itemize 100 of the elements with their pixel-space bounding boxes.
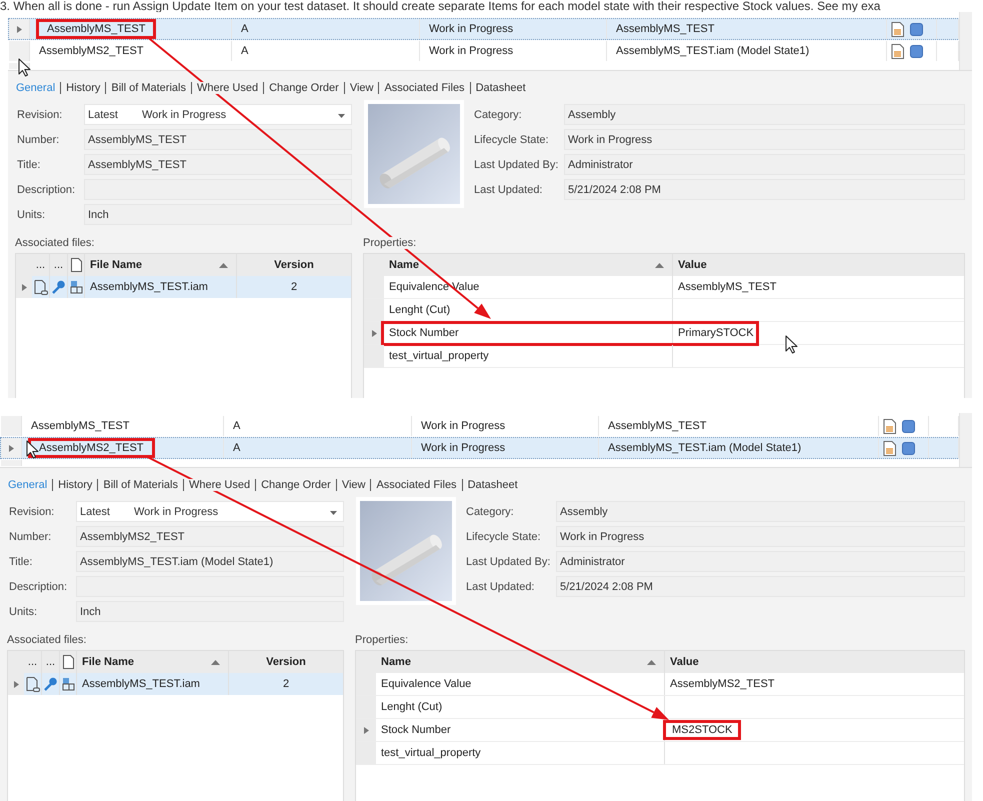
text-field[interactable]: Inch [76, 601, 344, 622]
file-name: AssemblyMS_TEST.iam [90, 281, 208, 293]
expand-icon[interactable] [16, 26, 22, 32]
column-header[interactable]: Value [665, 651, 964, 673]
column-header[interactable]: Value [673, 254, 964, 276]
table-cell: Equivalence Value [376, 673, 665, 695]
property-row[interactable]: Equivalence Value AssemblyMS2_TEST [356, 673, 964, 696]
field-label: Units: [9, 606, 38, 618]
document-icon [883, 418, 896, 434]
scrollbar[interactable] [959, 413, 972, 467]
text-field[interactable]: Assembly [556, 501, 965, 522]
section-label: Properties: [363, 237, 416, 249]
property-row[interactable]: Equivalence Value AssemblyMS_TEST [364, 276, 964, 299]
property-row[interactable]: Stock Number PrimarySTOCK [364, 322, 964, 345]
expand-icon[interactable] [364, 726, 368, 734]
revision-dropdown[interactable]: Latest Work in Progress [76, 501, 344, 522]
table-cell-text: AssemblyMS_TEST [677, 280, 778, 295]
field-label: Lifecycle State: [474, 134, 550, 146]
table-cell: Work in Progress [412, 438, 599, 458]
table-cell: A [224, 416, 412, 436]
file-row[interactable]: AssemblyMS_TEST.iam 2 [8, 673, 343, 695]
document-icon [70, 258, 82, 272]
field-label: Last Updated By: [474, 158, 560, 170]
linked-document-icon [26, 676, 40, 692]
status-icon [902, 442, 915, 454]
item-row[interactable]: AssemblyMS_TEST A Work in Progress AssemblyMS_TEST [0, 415, 960, 437]
table-cell-text: AssemblyMS2_TEST [669, 677, 776, 692]
cursor-icon [785, 335, 798, 354]
document-icon [891, 22, 904, 36]
item-name: AssemblyMS_TEST [47, 23, 146, 35]
table-cell: Work in Progress [420, 19, 607, 39]
text-field[interactable]: Work in Progress [564, 129, 965, 150]
assembly-icon [70, 280, 82, 294]
table-cell: AssemblyMS_TEST [607, 19, 887, 39]
table-cell: test_virtual_property [384, 345, 673, 367]
property-row[interactable]: Lenght (Cut) [356, 696, 964, 719]
section-label: Associated files: [7, 634, 86, 646]
tab[interactable]: View [338, 479, 368, 491]
text-field[interactable]: Inch [84, 204, 352, 225]
table-cell: Stock Number [384, 322, 673, 344]
item-row[interactable]: AssemblyMS2_TEST A Work in Progress AssemblyMS_TEST.iam (Model State1) [8, 40, 960, 62]
row-header[interactable] [9, 19, 30, 39]
key-icon [44, 677, 57, 691]
file-name: AssemblyMS_TEST.iam [82, 678, 200, 690]
item-name: AssemblyMS2_TEST [39, 442, 144, 454]
column-header[interactable]: Name [376, 651, 665, 673]
table-cell: AssemblyMS_TEST [22, 416, 224, 436]
field-label: Revision: [9, 506, 56, 518]
item-row[interactable]: AssemblyMS_TEST A Work in Progress AssemblyMS_TEST [8, 18, 960, 40]
text-field[interactable]: Work in Progress [556, 526, 965, 547]
caret-icon [330, 511, 337, 515]
file-row[interactable]: AssemblyMS_TEST.iam 2 [16, 276, 351, 298]
text-field[interactable]: Administrator [556, 551, 965, 572]
expand-icon[interactable] [22, 284, 26, 290]
column-header[interactable]: Name [384, 254, 673, 276]
section-label: Properties: [355, 634, 408, 646]
field-label: Last Updated: [474, 184, 544, 196]
text-field[interactable] [84, 179, 352, 200]
item-row[interactable]: AssemblyMS2_TEST A Work in Progress AssemblyMS_TEST.iam (Model State1) [0, 437, 960, 459]
field-label: Units: [17, 208, 46, 220]
table-cell-text: PrimarySTOCK [677, 326, 755, 341]
text-field[interactable]: AssemblyMS_TEST [84, 154, 352, 175]
text-field[interactable]: AssemblyMS_TEST [84, 129, 352, 150]
column-header[interactable]: Version [229, 651, 343, 673]
text-field[interactable]: Assembly [564, 104, 965, 125]
property-row[interactable]: Stock Number MS2STOCK [356, 719, 964, 742]
column-header[interactable]: Version [237, 254, 351, 276]
table-cell: A [224, 438, 412, 458]
field-label: Last Updated By: [466, 556, 552, 568]
field-label: Revision: [17, 108, 64, 120]
status-icon [902, 420, 915, 432]
assembly-icon [62, 677, 74, 691]
text-field[interactable]: 5/21/2024 2:08 PM [564, 179, 965, 200]
caret-icon [338, 114, 345, 118]
table-cell: Equivalence Value [384, 276, 673, 298]
property-row[interactable]: test_virtual_property [364, 345, 964, 368]
tab[interactable]: View [346, 82, 376, 94]
expand-icon[interactable] [372, 330, 376, 336]
text-field[interactable]: 5/21/2024 2:08 PM [556, 576, 965, 597]
linked-document-icon [34, 280, 48, 294]
text-field[interactable]: AssemblyMS2_TEST [76, 526, 344, 547]
cursor-icon [26, 440, 39, 459]
field-label: Category: [474, 108, 523, 120]
sort-icon [211, 660, 220, 664]
expand-icon[interactable] [14, 680, 18, 688]
field-label: Lifecycle State: [466, 530, 542, 542]
expand-icon[interactable] [8, 444, 14, 452]
revision-dropdown[interactable]: Latest Work in Progress [84, 104, 352, 125]
field-label: Last Updated: [466, 580, 536, 592]
section-label: Associated files: [15, 237, 94, 249]
field-label: Description: [9, 580, 68, 592]
document-icon [883, 440, 896, 456]
text-field[interactable]: Administrator [564, 154, 965, 175]
row-header[interactable] [1, 438, 22, 458]
property-row[interactable]: test_virtual_property [356, 742, 964, 765]
table-cell: Work in Progress [412, 416, 599, 436]
scrollbar[interactable] [959, 12, 972, 70]
table-cell: AssemblyMS_TEST.iam (Model State1) [607, 41, 887, 61]
text-field[interactable]: AssemblyMS_TEST.iam (Model State1) [76, 551, 344, 572]
field-label: Number: [9, 530, 52, 542]
